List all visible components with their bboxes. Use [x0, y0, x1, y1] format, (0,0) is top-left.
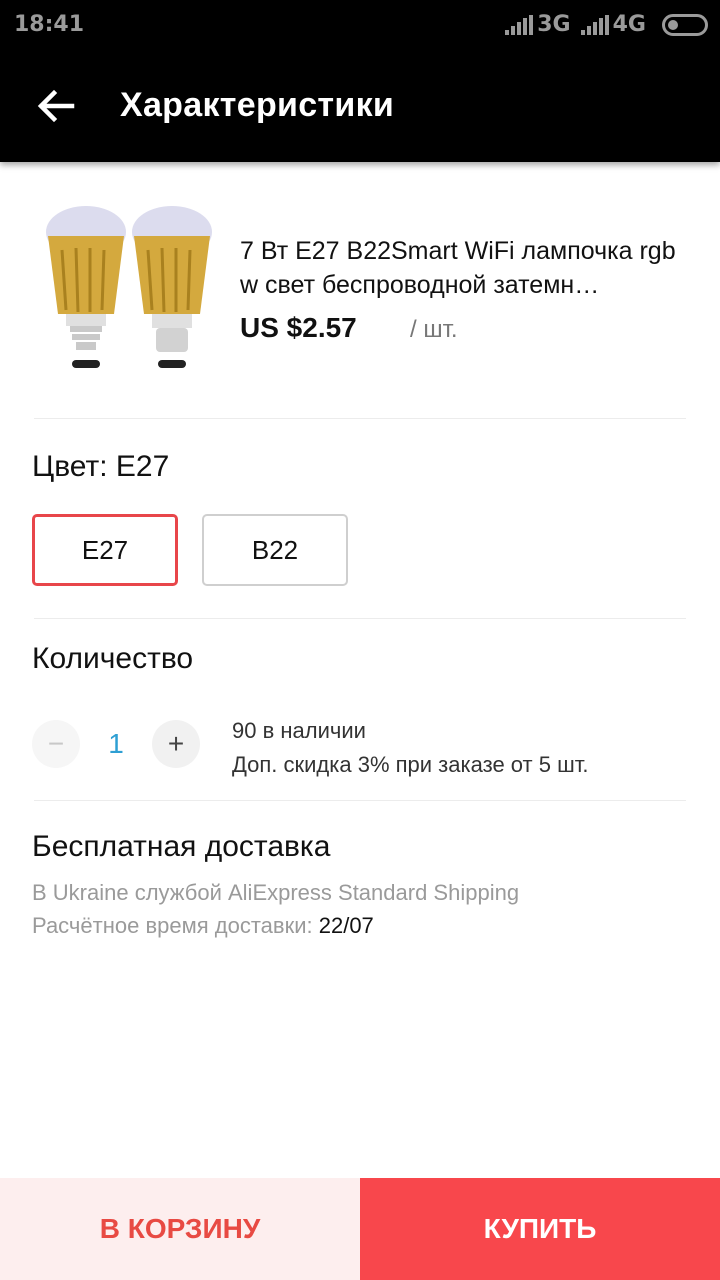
quantity-decrease-button[interactable]: − [32, 720, 80, 768]
bottom-action-bar: В КОРЗИНУ КУПИТЬ [0, 1178, 720, 1280]
status-bar: 18:41 3G 4G [0, 0, 720, 52]
network-type-2: 4G [612, 12, 646, 37]
divider [34, 800, 686, 801]
app-bar: Характеристики [0, 52, 720, 162]
product-price: US $2.57 [240, 312, 357, 343]
add-to-cart-button[interactable]: В КОРЗИНУ [0, 1178, 360, 1280]
signal-icon [505, 14, 534, 35]
shipping-eta: Расчётное время доставки: 22/07 [32, 913, 374, 939]
status-icons: 3G 4G [505, 12, 708, 37]
price-unit: / шт. [410, 316, 458, 343]
buy-now-button[interactable]: КУПИТЬ [360, 1178, 720, 1280]
page-title: Характеристики [120, 86, 395, 124]
product-image[interactable] [32, 190, 224, 382]
shipping-title: Бесплатная доставка [32, 830, 331, 863]
battery-icon [662, 13, 708, 36]
color-option-e27[interactable]: E27 [32, 514, 178, 586]
status-time: 18:41 [14, 12, 85, 37]
color-label: Цвет: E27 [32, 450, 170, 483]
shipping-eta-date: 22/07 [318, 913, 374, 938]
color-option-b22[interactable]: B22 [202, 514, 348, 586]
product-title: 7 Вт E27 B22Smart WiFi лампочка rgbw све… [240, 237, 676, 299]
quantity-increase-button[interactable]: + [152, 720, 200, 768]
shipping-method: В Ukraine службой AliExpress Standard Sh… [32, 880, 520, 905]
stock-info: 90 в наличии [232, 718, 366, 743]
quantity-value[interactable]: 1 [100, 728, 132, 760]
quantity-label: Количество [32, 642, 194, 675]
arrow-left-icon[interactable] [36, 86, 76, 126]
signal-icon [580, 14, 609, 35]
discount-info: Доп. скидка 3% при заказе от 5 шт. [232, 752, 589, 777]
network-type-1: 3G [537, 12, 571, 37]
shipping-eta-label: Расчётное время доставки: [32, 913, 313, 938]
divider [34, 418, 686, 419]
divider [34, 618, 686, 619]
product-summary: 7 Вт E27 B22Smart WiFi лампочка rgbw све… [32, 190, 688, 390]
